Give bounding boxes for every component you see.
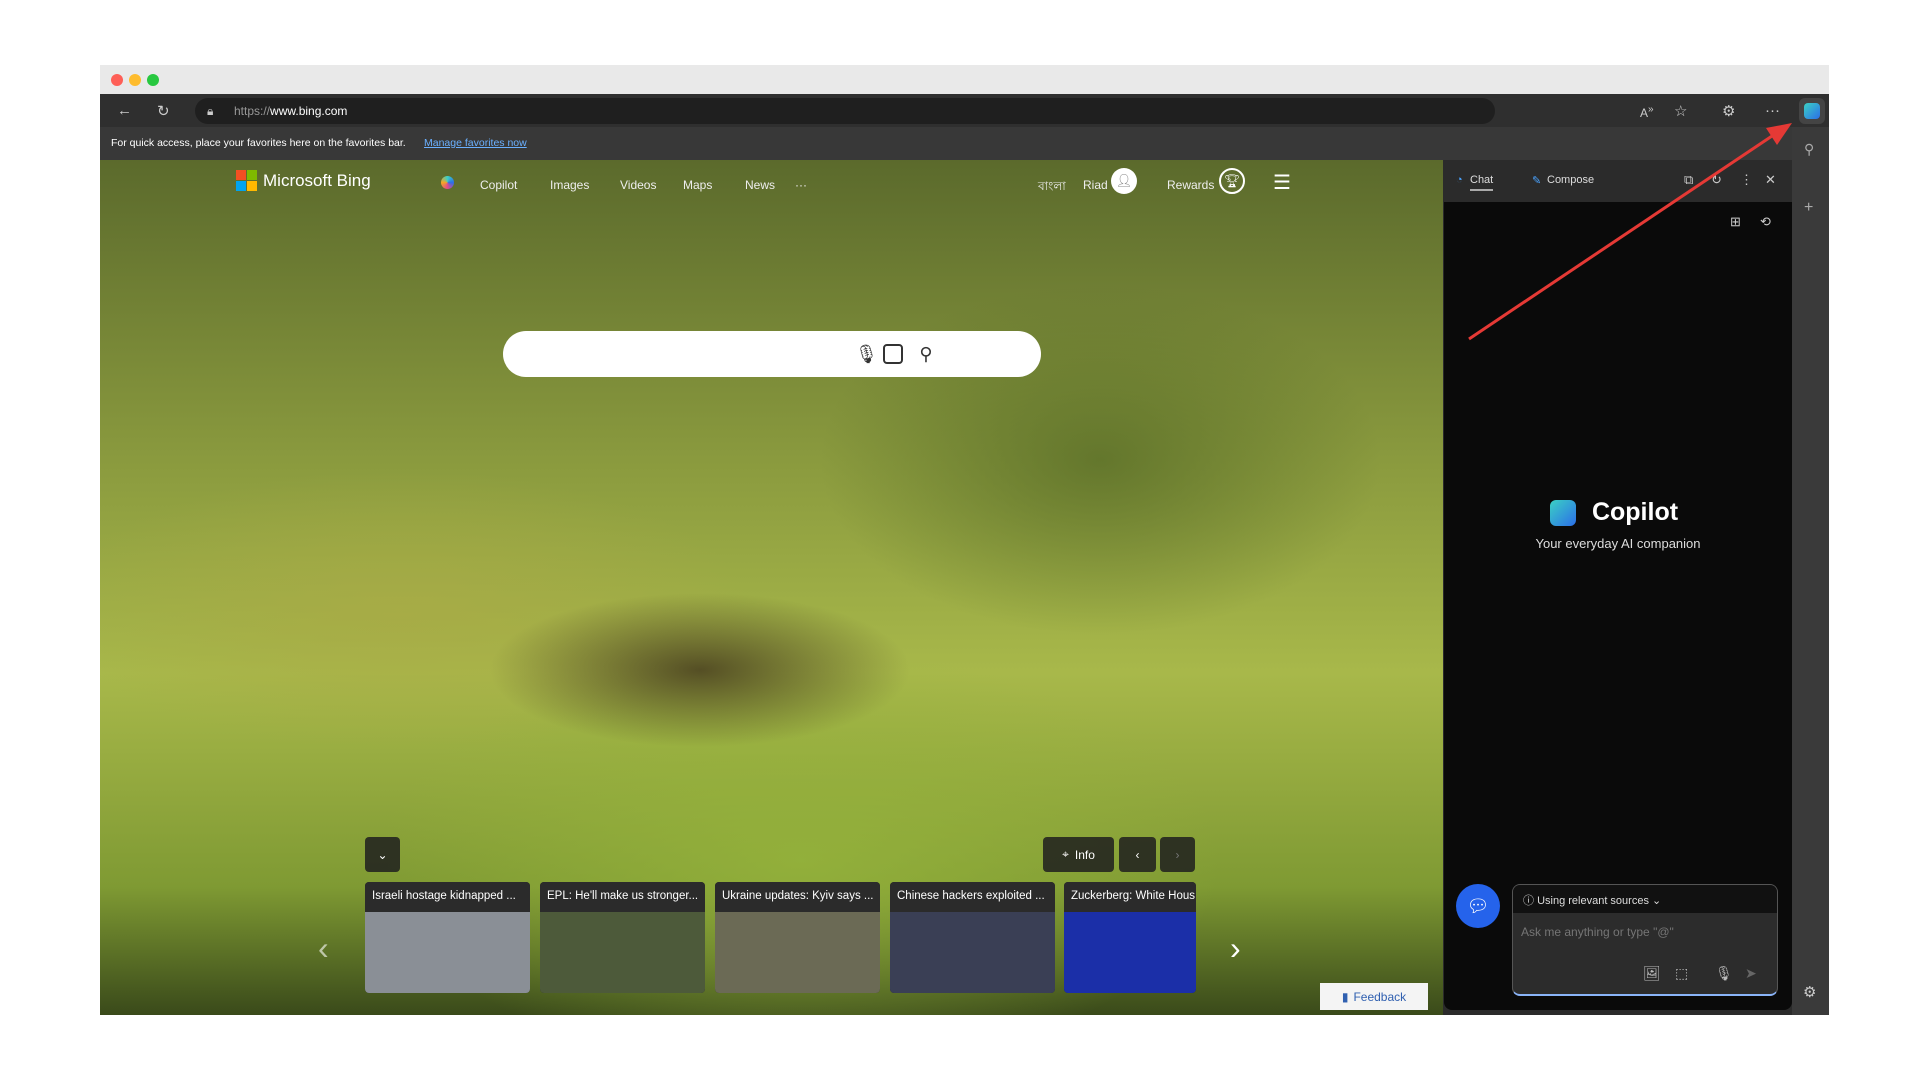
arrow-line <box>1468 130 1779 341</box>
arrow-head <box>1766 123 1792 145</box>
annotation-arrow <box>1468 123 1792 341</box>
